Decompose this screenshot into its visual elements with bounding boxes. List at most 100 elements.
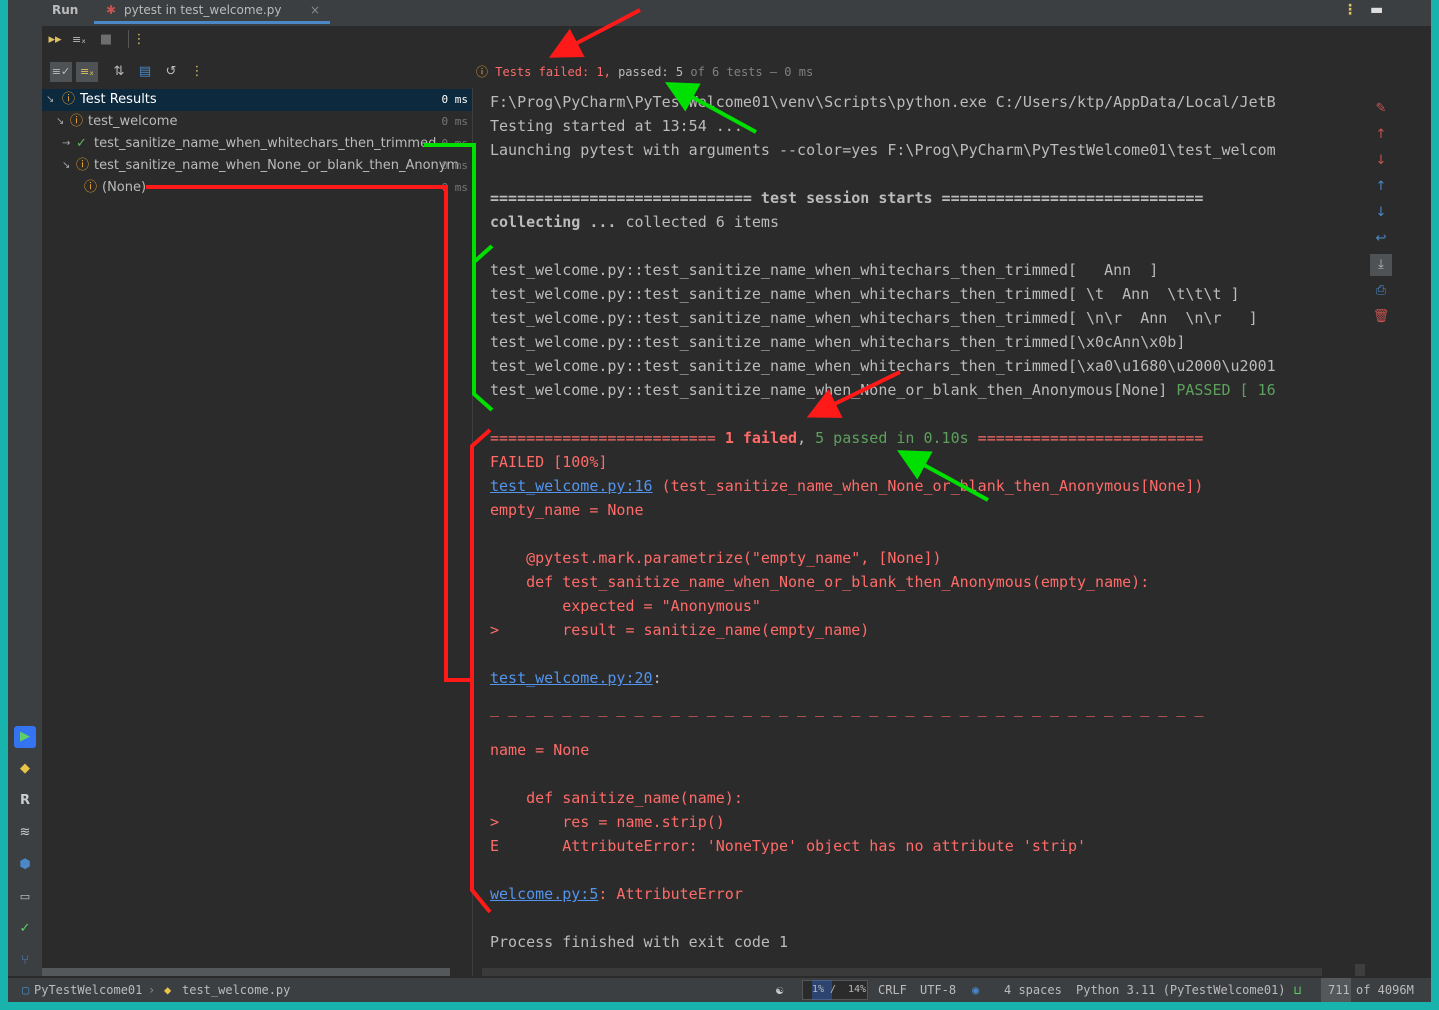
passed-marker: PASSED [ 16 xyxy=(1176,381,1276,399)
tree-item-test-welcome[interactable]: ↘ ⓘ test_welcome 0 ms xyxy=(42,111,472,133)
services-icon[interactable]: ⬢ xyxy=(14,854,36,876)
location-detail: : xyxy=(652,669,662,687)
location-line: welcome.py:5: AttributeError xyxy=(490,882,743,906)
layers-icon[interactable]: ≋ xyxy=(14,822,36,844)
tab-pytest-run[interactable]: ✱ pytest in test_welcome.py × xyxy=(94,0,330,24)
r-console-icon[interactable]: R xyxy=(14,790,36,812)
location-line: test_welcome.py:16 (test_sanitize_name_w… xyxy=(490,474,1203,498)
console-line: name = None xyxy=(490,741,590,759)
source-link-test-welcome-20[interactable]: test_welcome.py:20 xyxy=(490,669,653,687)
code-line: def sanitize_name(name): xyxy=(490,789,743,807)
print-icon[interactable]: ⎙ xyxy=(1370,280,1392,302)
clear-pen-icon[interactable]: ✎ xyxy=(1370,98,1392,120)
console-vertical-scrollbar[interactable] xyxy=(1355,964,1365,976)
line-separator-widget[interactable]: CRLF xyxy=(878,978,907,1002)
sort-icon[interactable]: ⇅ xyxy=(110,62,128,82)
previous-failure-icon[interactable]: ↑ xyxy=(1370,124,1392,146)
console-line: F:\Prog\PyCharm\PyTestWelcome01\venv\Scr… xyxy=(490,93,1276,111)
git-icon[interactable]: ⑂ xyxy=(14,950,36,972)
scroll-to-end-icon[interactable]: ⤓ xyxy=(1370,254,1392,276)
separator-line: _ _ _ _ _ _ _ _ _ _ _ _ _ _ _ _ _ _ _ _ … xyxy=(490,699,1204,717)
show-passed-toggle-icon[interactable]: ≡✓ xyxy=(50,62,72,82)
tree-item-label: test_welcome xyxy=(88,114,178,129)
test-case-line: test_welcome.py::test_sanitize_name_when… xyxy=(490,333,1186,351)
lock-icon[interactable]: ⊔ xyxy=(1294,978,1301,1002)
summary-failed: 1 failed xyxy=(724,429,798,447)
tree-item-test-results[interactable]: ↘ ⓘ Test Results 0 ms xyxy=(42,89,472,111)
total-tests: 6 tests xyxy=(712,65,763,79)
run-toolwindow-header: Run ✱ pytest in test_welcome.py × ⋮ ▬ xyxy=(8,0,1431,26)
project-icon: ▢ xyxy=(22,983,30,997)
soft-wrap-icon[interactable]: ↩ xyxy=(1370,228,1392,250)
more-options-icon[interactable]: ⋮ xyxy=(190,62,204,82)
failed-percent-line: FAILED [100%] xyxy=(490,453,608,471)
heap-total[interactable]: of 4096M xyxy=(1356,978,1414,1002)
toolbar-divider xyxy=(128,30,129,48)
location-detail: (test_sanitize_name_when_None_or_blank_t… xyxy=(652,477,1204,495)
warning-icon: ⓘ xyxy=(476,65,489,79)
tree-item-none-param[interactable]: ⓘ (None) 0 ms xyxy=(42,177,472,199)
process-finished-line: Process finished with exit code 1 xyxy=(490,933,789,951)
summary-line: ========================= 1 failed, 5 pa… xyxy=(490,426,1203,450)
breadcrumb-file[interactable]: test_welcome.py xyxy=(182,978,290,1002)
history-icon[interactable]: ↺ xyxy=(162,62,180,82)
ai-assistant-icon[interactable]: ☯ xyxy=(776,978,783,1002)
location-line: test_welcome.py:20: xyxy=(490,666,662,690)
tree-item-none-or-blank[interactable]: ↘ ⓘ test_sanitize_name_when_None_or_blan… xyxy=(42,155,472,177)
passed-label: passed: xyxy=(618,65,669,79)
source-link-welcome-5[interactable]: welcome.py:5 xyxy=(490,885,598,903)
warning-icon: ⓘ xyxy=(62,92,76,107)
encoding-widget[interactable]: UTF-8 xyxy=(920,978,956,1002)
terminal-icon[interactable]: ▭ xyxy=(14,886,36,908)
console-output[interactable]: F:\Prog\PyCharm\PyTestWelcome01\venv\Scr… xyxy=(482,90,1358,970)
warning-icon: ⓘ xyxy=(70,114,84,129)
breadcrumb-project[interactable]: PyTestWelcome01 xyxy=(34,978,142,1002)
eye-icon[interactable]: ◉ xyxy=(972,978,979,1002)
tree-horizontal-scrollbar[interactable] xyxy=(42,968,450,976)
console-line: Testing started at 13:54 ... xyxy=(490,117,743,135)
rerun-failed-icon[interactable]: ▸▸ xyxy=(46,30,64,50)
duration: – 0 ms xyxy=(769,65,814,79)
tree-item-whitechars-trimmed[interactable]: → ✓ test_sanitize_name_when_whitechars_t… xyxy=(42,133,472,155)
show-ignored-toggle-icon[interactable]: ≡ₓ xyxy=(76,62,98,82)
summary-comma: , xyxy=(797,429,816,447)
tab-close-icon[interactable]: × xyxy=(310,3,320,17)
rerun-list-icon[interactable]: ≡ₓ xyxy=(70,30,88,50)
indent-widget[interactable]: 4 spaces xyxy=(1004,978,1062,1002)
run-tool-icon[interactable]: ▶ xyxy=(14,726,36,748)
code-line: > result = sanitize_name(empty_name) xyxy=(490,621,870,639)
source-link-test-welcome-16[interactable]: test_welcome.py:16 xyxy=(490,477,653,495)
minimize-icon[interactable]: ▬ xyxy=(1370,2,1383,18)
stop-icon[interactable]: ■ xyxy=(98,30,114,50)
import-tests-icon[interactable]: ▤ xyxy=(136,62,154,82)
more-icon[interactable]: ⋮ xyxy=(132,30,146,50)
code-line: @pytest.mark.parametrize("empty_name", [… xyxy=(490,549,942,567)
python-console-icon[interactable]: ◆ xyxy=(14,758,36,780)
collecting-line: collecting ... collected 6 items xyxy=(490,210,779,234)
collected-label: collected 6 items xyxy=(625,213,779,231)
next-failure-icon[interactable]: ↓ xyxy=(1370,150,1392,172)
test-results-tree: ↘ ⓘ Test Results 0 ms ↘ ⓘ test_welcome 0… xyxy=(42,88,472,968)
problems-icon[interactable]: ✓ xyxy=(14,918,36,940)
trash-icon[interactable]: 🗑 xyxy=(1370,306,1392,328)
tree-item-label: test_sanitize_name_when_whitechars_then_… xyxy=(94,136,437,151)
options-menu-icon[interactable]: ⋮ xyxy=(1343,2,1357,18)
tree-item-time: 0 ms xyxy=(441,181,469,194)
python-file-icon: ◆ xyxy=(164,983,172,997)
tab-label: pytest in test_welcome.py xyxy=(124,3,282,17)
code-line: expected = "Anonymous" xyxy=(490,597,761,615)
collecting-label: collecting ... xyxy=(490,213,626,231)
tree-item-time: 0 ms xyxy=(441,137,469,150)
status-bar: ▢ PyTestWelcome01 › ◆ test_welcome.py ☯ … xyxy=(8,978,1431,1002)
console-horizontal-scrollbar[interactable] xyxy=(482,968,1322,976)
console-line: empty_name = None xyxy=(490,501,644,519)
summary-rule: ========================= xyxy=(968,429,1204,447)
up-icon[interactable]: ↑ xyxy=(1370,176,1392,198)
breadcrumb-chevron-icon: › xyxy=(148,983,156,997)
pane-splitter[interactable] xyxy=(472,88,473,976)
pytest-tab-icon: ✱ xyxy=(106,3,117,17)
heap-used[interactable]: 711 xyxy=(1328,978,1350,1002)
down-icon[interactable]: ↓ xyxy=(1370,202,1392,224)
interpreter-widget[interactable]: Python 3.11 (PyTestWelcome01) xyxy=(1076,978,1286,1002)
tree-item-label: (None) xyxy=(102,180,147,195)
